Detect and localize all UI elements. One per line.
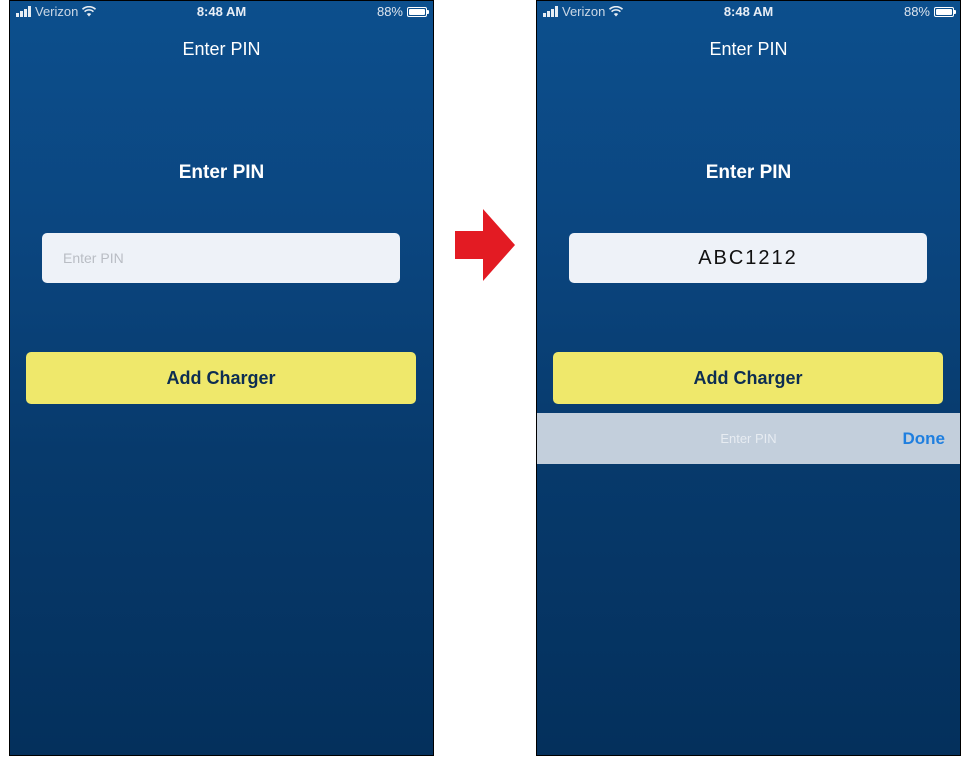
arrow-right-icon <box>455 209 515 281</box>
phone-screen-before: Verizon 8:48 AM 88% Enter PIN Enter PIN … <box>9 0 434 756</box>
battery-percentage: 88% <box>376 4 403 19</box>
battery-percentage: 88% <box>903 4 930 19</box>
battery-icon <box>934 6 956 17</box>
done-button[interactable]: Done <box>903 429 946 449</box>
pin-input[interactable] <box>42 233 400 283</box>
status-bar: Verizon 8:48 AM 88% <box>537 1 960 23</box>
nav-title: Enter PIN <box>709 39 788 59</box>
pin-input[interactable] <box>569 233 927 283</box>
nav-title: Enter PIN <box>182 39 261 59</box>
page-heading: Enter PIN <box>178 162 265 183</box>
status-right: 88% <box>376 4 429 19</box>
status-time: 8:48 AM <box>723 4 774 19</box>
page-heading: Enter PIN <box>705 162 792 183</box>
status-right: 88% <box>903 4 956 19</box>
status-time: 8:48 AM <box>196 4 247 19</box>
accessory-label: Enter PIN <box>720 431 777 446</box>
battery-icon <box>407 6 429 17</box>
phone-screen-after: Verizon 8:48 AM 88% Enter PIN Enter PIN … <box>536 0 961 756</box>
status-bar: Verizon 8:48 AM 88% <box>10 1 433 23</box>
add-charger-button[interactable]: Add Charger <box>26 352 416 404</box>
keyboard-accessory-bar: Enter PIN Done <box>537 413 960 464</box>
add-charger-button[interactable]: Add Charger <box>553 352 943 404</box>
